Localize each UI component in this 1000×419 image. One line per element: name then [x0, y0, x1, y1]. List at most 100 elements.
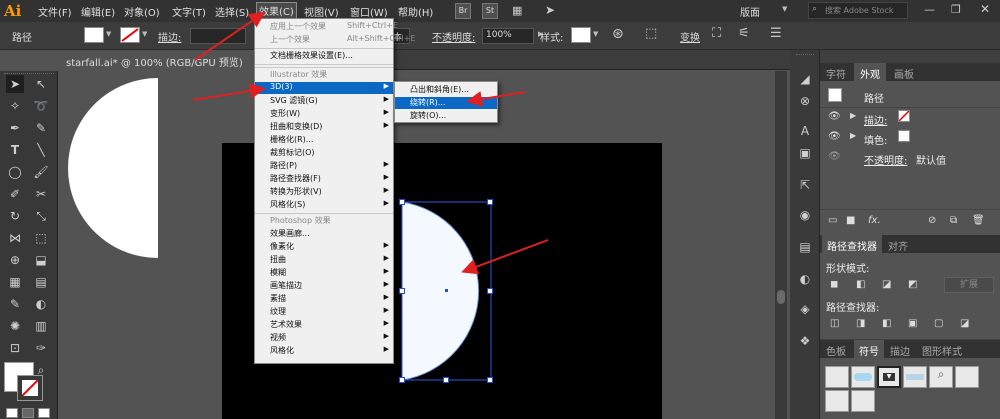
- perspective-icon[interactable]: ⬓: [32, 251, 50, 269]
- symbol-item[interactable]: ⌕: [929, 366, 953, 388]
- intersect-icon[interactable]: ◪: [882, 279, 891, 290]
- panel-menu-icon[interactable]: ☰: [770, 26, 782, 41]
- chevron-down-icon[interactable]: ▼: [142, 30, 147, 38]
- chevron-down-icon[interactable]: ▼: [593, 30, 598, 38]
- appearance-stroke-label[interactable]: 描边:: [864, 112, 887, 127]
- eye-icon[interactable]: 👁: [828, 111, 841, 122]
- slice-icon[interactable]: ✑: [32, 339, 50, 357]
- effect-menu-item[interactable]: 视频 ▶: [255, 332, 393, 344]
- fill-swatch[interactable]: [84, 27, 104, 43]
- eye-icon[interactable]: 👁: [828, 151, 841, 162]
- curvature-icon[interactable]: ✎: [32, 119, 50, 137]
- duplicate-item-icon[interactable]: ⧉: [950, 215, 957, 226]
- transform-button[interactable]: 变换: [680, 29, 700, 44]
- stroke-swatch[interactable]: [898, 110, 910, 122]
- transparency-icon[interactable]: ◉: [796, 206, 814, 224]
- menu-edit[interactable]: 编辑(E): [81, 4, 115, 19]
- menu-file[interactable]: 文件(F): [38, 4, 72, 19]
- effect-menu-item[interactable]: 艺术效果 ▶: [255, 319, 393, 331]
- symbol-item[interactable]: [825, 390, 849, 412]
- menu-type[interactable]: 文字(T): [172, 4, 206, 19]
- symbol-item[interactable]: [851, 366, 875, 388]
- gradient-panel-icon[interactable]: ◢: [796, 70, 814, 88]
- artboard-tool-icon[interactable]: ⊡: [6, 339, 24, 357]
- stock-badge[interactable]: St: [482, 3, 498, 19]
- stroke-swatch[interactable]: [120, 27, 140, 43]
- appearance-fill-label[interactable]: 填色:: [864, 132, 887, 147]
- appearance-opacity-label[interactable]: 不透明度:: [864, 152, 907, 167]
- style-swatch[interactable]: [571, 27, 591, 43]
- delete-icon[interactable]: 🗑: [972, 215, 985, 226]
- effect-menu-item[interactable]: 纹理 ▶: [255, 306, 393, 318]
- selection-tool-icon[interactable]: ➤: [6, 75, 24, 93]
- send-icon[interactable]: ➤: [545, 3, 555, 17]
- menu-object[interactable]: 对象(O): [124, 4, 160, 19]
- arrange-icon[interactable]: ⚟: [738, 26, 750, 41]
- menu-item-rotate[interactable]: 旋转(O)...: [395, 110, 497, 122]
- effect-menu-item[interactable]: 扭曲和变换(D) ▶: [255, 121, 393, 133]
- symbol-item[interactable]: [903, 366, 927, 388]
- dock-grip[interactable]: [796, 54, 814, 55]
- unite-icon[interactable]: ◼: [830, 279, 838, 290]
- paintbrush-icon[interactable]: 🖌: [32, 163, 50, 181]
- document-tab[interactable]: starfall.ai* @ 100% (RGB/GPU 预览) ×: [58, 50, 278, 70]
- align-to-icon[interactable]: ⬚: [645, 26, 657, 41]
- effect-menu-item[interactable]: 像素化 ▶: [255, 241, 393, 253]
- stroke-color-box[interactable]: [17, 375, 43, 401]
- chevron-right-icon[interactable]: ▶: [850, 111, 856, 120]
- align-panel-icon[interactable]: ▤: [796, 238, 814, 256]
- direct-selection-icon[interactable]: ↖: [32, 75, 50, 93]
- effect-menu-item[interactable]: 效果画廊...: [255, 228, 393, 240]
- trim-icon[interactable]: ◨: [856, 318, 865, 329]
- color-mode-icon[interactable]: [6, 408, 18, 418]
- scrollbar-thumb[interactable]: [777, 290, 785, 304]
- clear-appearance-icon[interactable]: ⊘: [928, 215, 936, 226]
- tab-appearance[interactable]: 外观: [854, 63, 886, 81]
- eyedropper-icon[interactable]: ✎: [6, 295, 24, 313]
- symbol-item-selected[interactable]: ▼: [877, 366, 901, 388]
- menu-window[interactable]: 窗口(W): [350, 4, 388, 19]
- selected-half-circle[interactable]: [398, 198, 498, 384]
- export-icon[interactable]: ⇱: [796, 176, 814, 194]
- minus-back-icon[interactable]: ◪: [960, 318, 969, 329]
- expand-button[interactable]: 扩展: [944, 277, 994, 293]
- navigator-icon[interactable]: ⊗: [796, 92, 814, 110]
- effect-menu-item[interactable]: 风格化(S) ▶: [255, 199, 393, 211]
- shaper-icon[interactable]: ✐: [6, 185, 24, 203]
- stroke-label[interactable]: 描边:: [158, 29, 181, 44]
- half-circle-shape[interactable]: [64, 78, 160, 258]
- restore-icon[interactable]: ❐: [951, 3, 961, 16]
- divide-icon[interactable]: ◫: [830, 318, 839, 329]
- menu-item-revolve[interactable]: 绕转(R)...: [395, 97, 497, 109]
- blend-icon[interactable]: ◐: [32, 295, 50, 313]
- recolor-icon[interactable]: ⊛: [612, 26, 624, 42]
- fx-button[interactable]: fx.: [868, 215, 881, 226]
- merge-icon[interactable]: ◧: [882, 318, 891, 329]
- effect-menu-item[interactable]: 文档栅格效果设置(E)...: [255, 50, 393, 62]
- opacity-field[interactable]: 100%: [482, 28, 534, 44]
- stroke-weight-field[interactable]: [190, 28, 246, 44]
- workspace-switcher[interactable]: 版面: [740, 4, 760, 19]
- effect-menu-item[interactable]: 路径查找器(F) ▶: [255, 173, 393, 185]
- effect-menu-item[interactable]: 栅格化(R)...: [255, 134, 393, 146]
- gradient-icon[interactable]: ▤: [32, 273, 50, 291]
- shape-builder-icon[interactable]: ⊕: [6, 251, 24, 269]
- isolate-icon[interactable]: ⛶: [712, 26, 721, 41]
- symbol-sprayer-icon[interactable]: ✺: [6, 317, 24, 335]
- menu-item-extrude-bevel[interactable]: 凸出和斜角(E)...: [395, 84, 497, 96]
- close-icon[interactable]: ✕: [980, 2, 990, 16]
- effect-menu-item[interactable]: 3D(3) ▶: [255, 82, 393, 94]
- stock-search-input[interactable]: ⌕ 搜索 Adobe Stock: [808, 2, 908, 19]
- graph-icon[interactable]: ▥: [32, 317, 50, 335]
- ellipse-icon[interactable]: ◯: [6, 163, 24, 181]
- eye-icon[interactable]: 👁: [828, 131, 841, 142]
- chevron-down-icon[interactable]: ▼: [106, 30, 111, 38]
- vertical-scrollbar[interactable]: [775, 71, 787, 419]
- effect-menu-item[interactable]: 模糊 ▶: [255, 267, 393, 279]
- layers-icon[interactable]: ◈: [796, 300, 814, 318]
- grid-icon[interactable]: ▦: [512, 4, 522, 17]
- effect-menu-item[interactable]: 素描 ▶: [255, 293, 393, 305]
- menu-select[interactable]: 选择(S): [215, 4, 249, 19]
- rotate-icon[interactable]: ↻: [6, 207, 24, 225]
- effect-menu-item[interactable]: 转换为形状(V) ▶: [255, 186, 393, 198]
